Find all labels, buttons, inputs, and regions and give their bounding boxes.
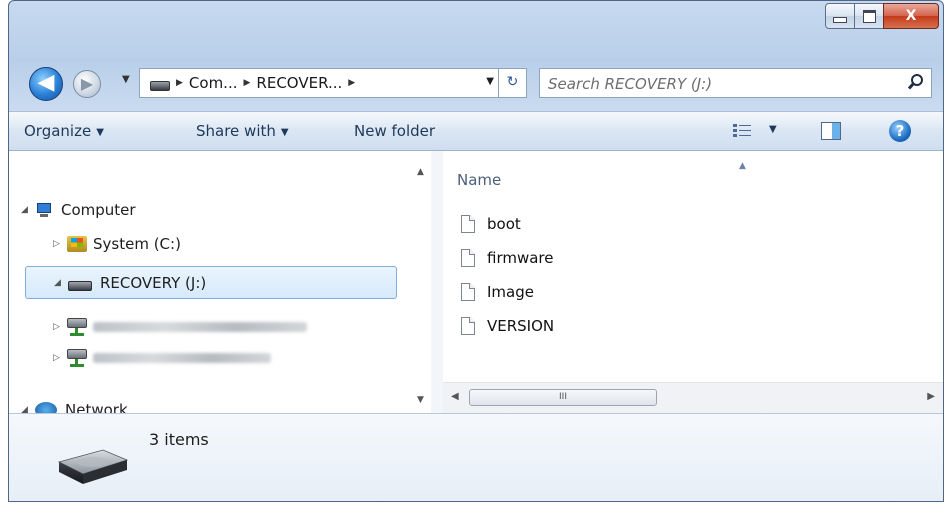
pane-splitter[interactable] <box>431 151 443 413</box>
help-icon[interactable]: ? <box>889 120 911 142</box>
file-icon <box>461 249 475 267</box>
network-icon <box>35 402 57 413</box>
tree-label-network: Network <box>65 401 128 413</box>
column-header-name[interactable]: Name <box>457 171 501 189</box>
network-drive-icon <box>67 349 87 367</box>
help-glyph: ? <box>895 122 905 140</box>
computer-icon <box>35 203 53 217</box>
windows-drive-icon <box>67 236 87 252</box>
navigation-pane[interactable]: ◢ Computer ▷ System (C:) ◢ RECOVERY (J:)… <box>9 151 411 413</box>
refresh-icon: ↻ <box>506 74 519 90</box>
search-box[interactable] <box>539 68 932 98</box>
tree-item-recovery[interactable]: ◢ RECOVERY (J:) <box>25 266 397 299</box>
breadcrumb-separator-icon[interactable]: ▶ <box>176 78 183 88</box>
minimize-icon <box>833 17 847 23</box>
chevron-down-icon: ▼ <box>96 127 104 138</box>
share-with-label: Share with <box>196 122 276 140</box>
tree-item-system[interactable]: ▷ System (C:) <box>53 235 181 253</box>
file-icon <box>461 215 475 233</box>
drive-icon <box>150 81 170 91</box>
new-folder-label: New folder <box>354 122 436 140</box>
forward-arrow-icon: ▶ <box>80 74 94 93</box>
search-input[interactable] <box>546 72 890 96</box>
recent-pages-button[interactable]: ▼ <box>122 74 130 85</box>
navigation-scrollbar[interactable]: ▲ ▼ <box>411 151 431 413</box>
scroll-left-icon[interactable]: ◀ <box>451 391 459 402</box>
explorer-window: X ◀ ▶ ▼ ▶ Com... ▶ RECOVER... ▶ ▼ ↻ Orga… <box>8 0 944 502</box>
refresh-button[interactable]: ↻ <box>498 68 526 98</box>
scroll-up-icon[interactable]: ▲ <box>417 167 424 177</box>
file-icon <box>461 283 475 301</box>
command-bar: Organize ▼ Share with ▼ New folder ▼ ? <box>9 111 943 151</box>
file-list-pane[interactable]: ▲ Name boot firmware Image VERSION <box>443 151 943 413</box>
chevron-down-icon: ▼ <box>280 127 289 138</box>
collapsed-icon[interactable]: ▷ <box>53 322 67 332</box>
redacted-drive-label <box>93 322 307 332</box>
tree-item-network-drive[interactable]: ▷ <box>53 349 271 367</box>
item-count: 3 items <box>149 430 209 449</box>
preview-pane-icon[interactable] <box>821 122 841 140</box>
list-item[interactable]: firmware <box>461 249 554 267</box>
tree-item-network[interactable]: ◢ Network <box>21 401 128 413</box>
organize-menu[interactable]: Organize ▼ <box>24 122 104 140</box>
expanded-icon[interactable]: ◢ <box>21 205 35 215</box>
list-item[interactable]: boot <box>461 215 521 233</box>
content-area: ◢ Computer ▷ System (C:) ◢ RECOVERY (J:)… <box>9 151 943 414</box>
tree-item-network-drive[interactable]: ▷ <box>53 318 307 336</box>
chevron-down-icon: ▼ <box>122 74 130 85</box>
removable-drive-icon <box>57 449 129 484</box>
tree-label-system: System (C:) <box>93 235 181 253</box>
minimize-button[interactable] <box>825 3 855 29</box>
collapsed-icon[interactable]: ▷ <box>53 239 67 249</box>
back-arrow-icon: ◀ <box>37 70 55 95</box>
redacted-drive-label <box>93 353 271 363</box>
new-folder-button[interactable]: New folder <box>354 122 435 140</box>
organize-label: Organize <box>24 122 92 140</box>
change-view-icon[interactable] <box>733 123 751 139</box>
sort-ascending-icon: ▲ <box>739 161 746 171</box>
file-name: VERSION <box>487 317 555 335</box>
search-icon[interactable] <box>907 73 925 91</box>
breadcrumb-separator-icon[interactable]: ▶ <box>348 78 355 88</box>
file-name: boot <box>487 215 521 233</box>
address-bar[interactable]: ▶ Com... ▶ RECOVER... ▶ ▼ ↻ <box>139 68 527 98</box>
file-icon <box>461 317 475 335</box>
collapsed-icon[interactable]: ▷ <box>53 353 67 363</box>
breadcrumb-recovery[interactable]: RECOVER... <box>256 74 342 92</box>
expanded-icon[interactable]: ◢ <box>21 405 35 413</box>
scroll-thumb[interactable]: III <box>469 389 657 406</box>
breadcrumb-separator-icon[interactable]: ▶ <box>244 78 251 88</box>
list-item[interactable]: VERSION <box>461 317 554 335</box>
view-options-dropdown[interactable]: ▼ <box>769 124 777 135</box>
close-icon: X <box>905 8 917 24</box>
tree-item-computer[interactable]: ◢ Computer <box>21 201 136 219</box>
details-pane: 3 items <box>9 413 943 501</box>
forward-button[interactable]: ▶ <box>73 70 101 98</box>
maximize-icon <box>862 9 876 23</box>
horizontal-scrollbar[interactable]: ◀ III ▶ <box>443 382 943 414</box>
share-with-menu[interactable]: Share with ▼ <box>196 122 289 140</box>
expanded-icon[interactable]: ◢ <box>54 278 68 288</box>
drive-icon <box>68 280 92 291</box>
file-name: firmware <box>487 249 554 267</box>
network-drive-icon <box>67 318 87 336</box>
breadcrumb-computer[interactable]: Com... <box>189 74 238 92</box>
caption-buttons: X <box>825 3 939 29</box>
close-button[interactable]: X <box>883 3 939 29</box>
maximize-button[interactable] <box>855 3 883 29</box>
address-history-dropdown[interactable]: ▼ <box>486 76 494 87</box>
tree-label-recovery: RECOVERY (J:) <box>100 273 207 292</box>
scroll-right-icon[interactable]: ▶ <box>927 391 935 402</box>
list-item[interactable]: Image <box>461 283 534 301</box>
tree-label-computer: Computer <box>61 201 136 219</box>
back-button[interactable]: ◀ <box>29 67 63 101</box>
file-name: Image <box>487 283 534 301</box>
scroll-down-icon[interactable]: ▼ <box>417 395 424 405</box>
